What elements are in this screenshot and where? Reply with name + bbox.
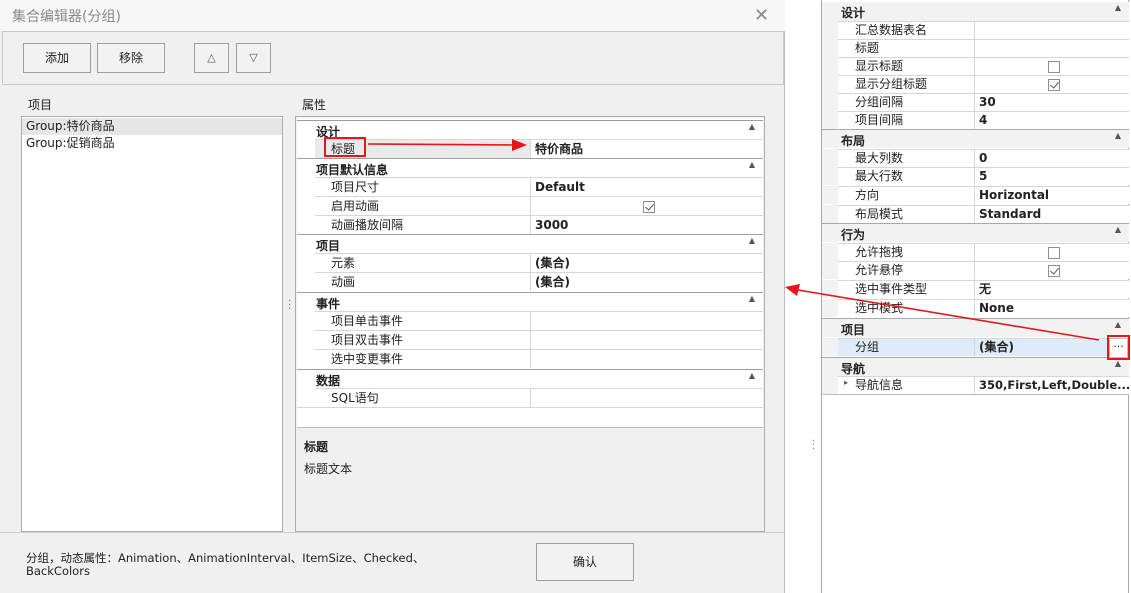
arrow-line-collection — [797, 289, 1100, 341]
arrow-line-title — [367, 143, 515, 146]
arrow-head-title — [512, 139, 527, 151]
annotation-arrows — [367, 139, 1100, 341]
arrow-head-collection — [785, 284, 800, 296]
